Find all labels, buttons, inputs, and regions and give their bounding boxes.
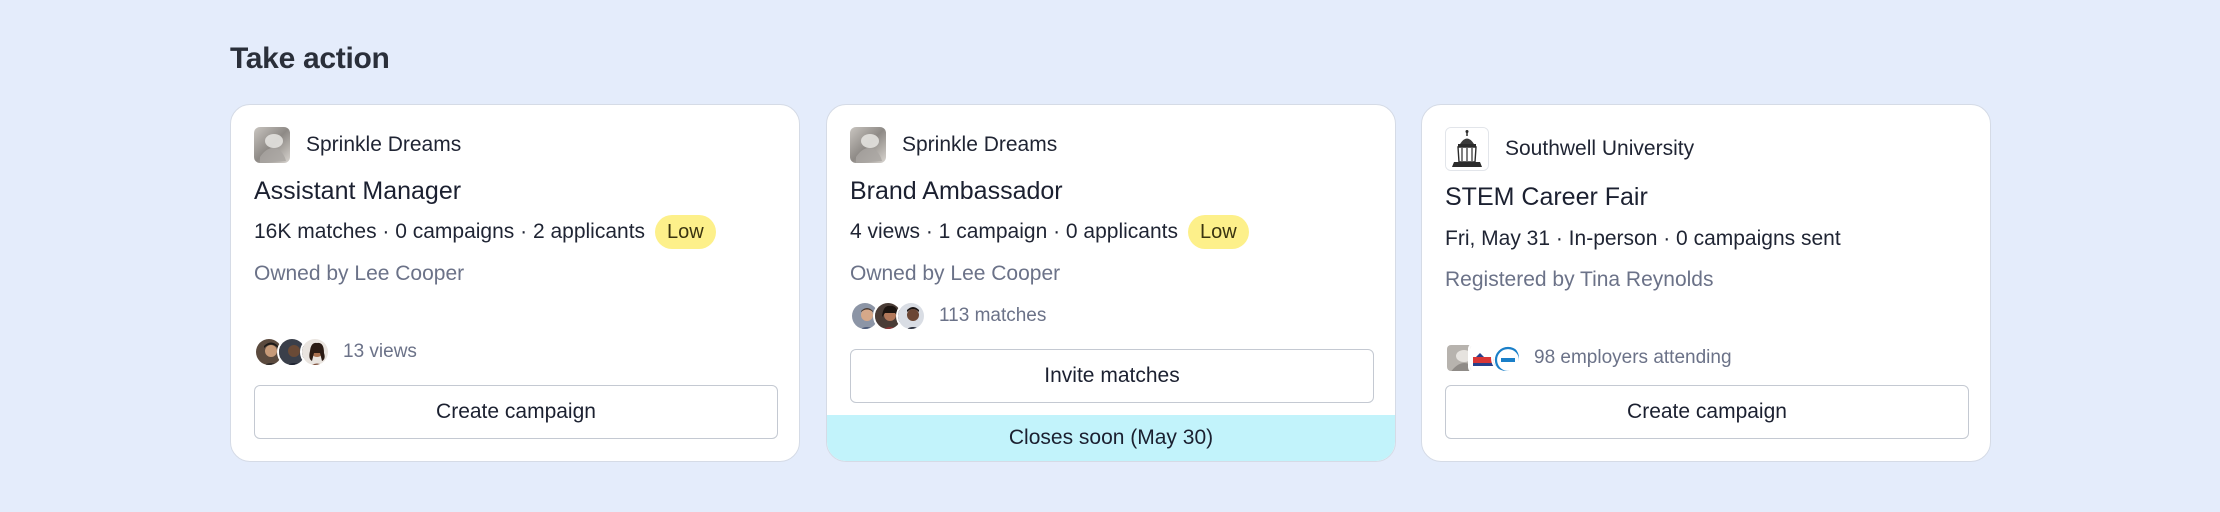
org-name: Sprinkle Dreams	[902, 133, 1058, 156]
owner-text: Owned by Lee Cooper	[850, 262, 1061, 285]
avatars-count-text: 13 views	[343, 341, 417, 362]
event-details-row: Fri, May 31 · In-person · 0 campaigns se…	[1445, 227, 1841, 251]
event-title[interactable]: STEM Career Fair	[1445, 183, 1648, 212]
create-campaign-button[interactable]: Create campaign	[254, 385, 778, 439]
org-name: Southwell University	[1505, 137, 1695, 160]
employer-logo-icon	[1491, 343, 1521, 373]
job-card-assistant-manager[interactable]: Sprinkle Dreams Assistant Manager 16K ma…	[230, 104, 800, 462]
employers-attending-text: 98 employers attending	[1534, 347, 1732, 368]
job-stats: 16K matches · 0 campaigns · 2 applicants	[254, 220, 646, 243]
job-stats: 4 views · 1 campaign · 0 applicants	[850, 220, 1178, 243]
employer-logo-stack: 98 employers attending	[1445, 343, 1732, 373]
section-title: Take action	[230, 42, 390, 75]
job-title[interactable]: Brand Ambassador	[850, 177, 1063, 206]
job-card-brand-ambassador[interactable]: Sprinkle Dreams Brand Ambassador 4 views…	[826, 104, 1396, 462]
university-crest-icon	[1445, 127, 1489, 171]
job-title[interactable]: Assistant Manager	[254, 177, 461, 206]
closing-soon-banner: Closes soon (May 30)	[827, 415, 1395, 461]
avatar-stack: 113 matches	[850, 301, 1046, 331]
org-row: Southwell University	[1445, 127, 1694, 171]
org-logo-icon	[850, 127, 886, 163]
org-logo-icon	[254, 127, 290, 163]
org-row: Sprinkle Dreams	[254, 127, 461, 163]
stats-row: 16K matches · 0 campaigns · 2 applicants…	[254, 215, 716, 249]
org-row: Sprinkle Dreams	[850, 127, 1057, 163]
avatar	[896, 301, 926, 331]
avatars-count-text: 113 matches	[939, 305, 1047, 326]
registered-by-text: Registered by Tina Reynolds	[1445, 268, 1714, 291]
event-details: Fri, May 31 · In-person · 0 campaigns se…	[1445, 227, 1841, 250]
stats-row: 4 views · 1 campaign · 0 applicants Low	[850, 215, 1249, 249]
invite-matches-button[interactable]: Invite matches	[850, 349, 1374, 403]
avatar-stack: 13 views	[254, 337, 417, 367]
priority-badge: Low	[655, 215, 716, 249]
owner-text: Owned by Lee Cooper	[254, 262, 465, 285]
event-card-stem-career-fair[interactable]: Southwell University STEM Career Fair Fr…	[1421, 104, 1991, 462]
org-name: Sprinkle Dreams	[306, 133, 462, 156]
create-campaign-button[interactable]: Create campaign	[1445, 385, 1969, 439]
priority-badge: Low	[1188, 215, 1249, 249]
avatar	[300, 337, 330, 367]
